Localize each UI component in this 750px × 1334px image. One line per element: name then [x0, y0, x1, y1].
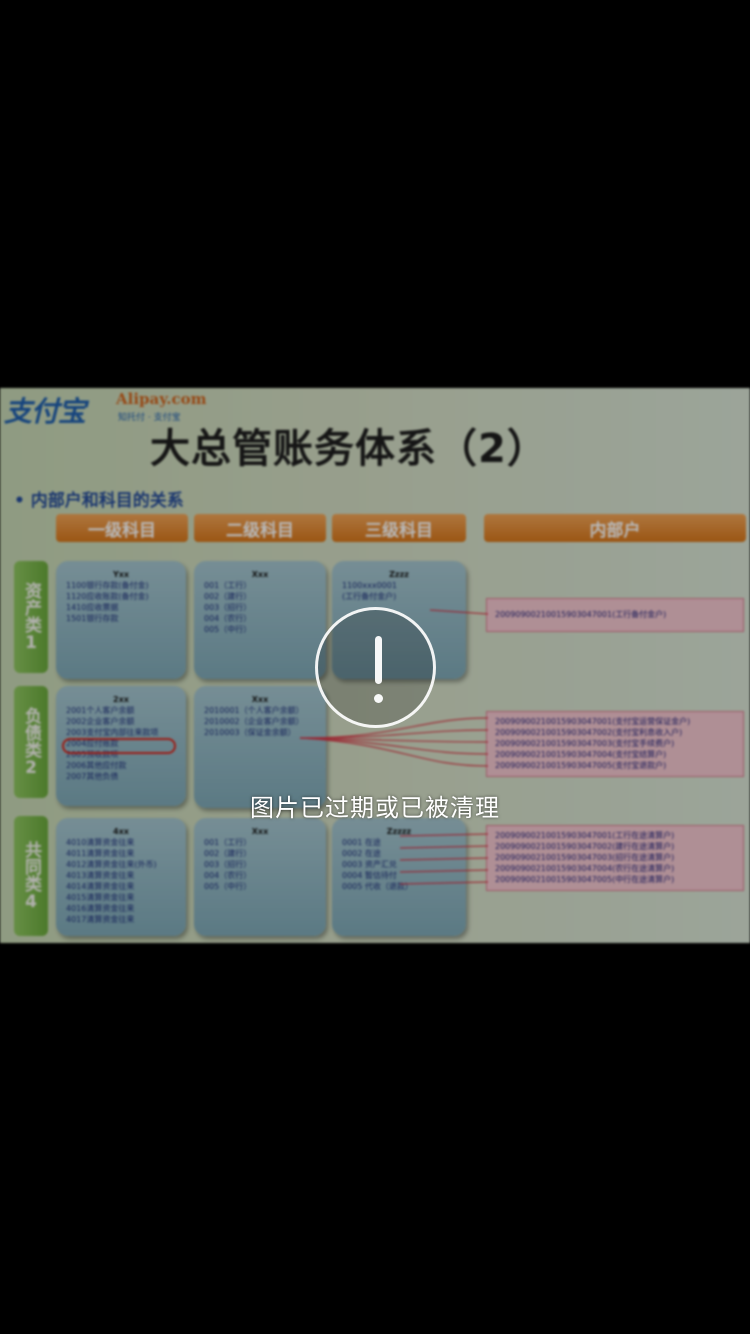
cell-line: 0005 代收（退款）	[342, 882, 413, 891]
cell-line: 4017清算资金往来	[66, 915, 135, 924]
account-line: 20090900210015903047002(支付宝利息收入户)	[495, 728, 683, 737]
account-line: 20090900210015903047005(支付宝退款户)	[495, 761, 667, 770]
cell-line: 2010002（企业客户余额）	[204, 717, 304, 726]
cell-line: 4013清算资金往来	[66, 871, 135, 880]
account-line: 20090900210015903047002(建行在途清算户)	[495, 842, 675, 851]
row-label-common: 共同类4	[14, 816, 48, 936]
cell-head: 4xx	[113, 827, 129, 836]
alipay-logo: 支付宝 Alipay.com 知托付 · 支付宝	[0, 388, 260, 428]
cell-r3-level1: 4xx 4010清算资金往来 4011清算资金往来 4012清算资金往来(外币)…	[56, 818, 186, 936]
cell-line: 2004应付账款	[66, 739, 119, 748]
connector-r2-e	[299, 737, 489, 767]
cell-line: 4015清算资金往来	[66, 893, 135, 902]
connector-r1	[429, 609, 489, 615]
logo-tagline: 知托付 · 支付宝	[118, 413, 181, 423]
cell-line: 2010001（个人客户余额）	[204, 706, 304, 715]
header-level2: 二级科目	[194, 514, 326, 542]
accounts-r1: 20090900210015903047001(工行备付金户)	[486, 598, 744, 632]
exclamation-bar	[375, 636, 382, 684]
account-line: 20090900210015903047001(支付宝运营保证金户)	[495, 717, 691, 726]
cell-line: 0002 在途	[342, 849, 381, 858]
cell-line: 004（农行）	[204, 871, 252, 880]
highlight-ring	[62, 738, 176, 754]
cell-r3-level2: Xxx 001（工行） 002（建行） 003（招行） 004（农行） 005（…	[194, 818, 326, 936]
exclamation-dot	[374, 694, 383, 703]
slide-bullet: 内部户和科目的关系	[14, 486, 184, 511]
cell-line: 003（招行）	[204, 603, 252, 612]
cell-head: Zzzz	[389, 570, 409, 579]
row-label-liabilities: 负债类2	[14, 686, 48, 798]
cell-line: 005（中行）	[204, 882, 252, 891]
cell-head: Xxx	[251, 695, 269, 704]
cell-line: 4014清算资金往来	[66, 882, 135, 891]
logo-brand: 支付宝	[4, 395, 86, 428]
header-internal-account: 内部户	[484, 514, 746, 542]
account-line: 20090900210015903047004(农行在途清算户)	[495, 864, 675, 873]
cell-line: 002（建行）	[204, 592, 252, 601]
cell-line: 4011清算资金往来	[66, 849, 135, 858]
connector-r3-d	[399, 869, 489, 873]
cell-line: 2005预收款项	[66, 750, 119, 759]
cell-line: 001（工行）	[204, 581, 252, 590]
accounts-r3: 20090900210015903047001(工行在途清算户) 2009090…	[486, 825, 744, 891]
cell-line: 003（招行）	[204, 860, 252, 869]
cell-line: 4010清算资金往来	[66, 838, 135, 847]
header-level1: 一级科目	[56, 514, 188, 542]
account-line: 20090900210015903047004(支付宝结算户)	[495, 750, 667, 759]
cell-r3-level3: Zzzzz 0001 在途 0002 在途 0003 资产汇兑 0004 暂估待…	[332, 818, 466, 936]
cell-head: 2xx	[113, 695, 129, 704]
cell-head: Yxx	[112, 570, 130, 579]
logo-site: Alipay.com	[116, 390, 207, 408]
account-line: 20090900210015903047005(中行在途清算户)	[495, 875, 675, 884]
cell-line: (工行备付金户)	[342, 592, 397, 601]
slide-title: 大总管账务体系（2）	[150, 426, 548, 472]
connector-r2-d	[299, 737, 489, 755]
cell-r1-level2: Xxx 001（工行） 002（建行） 003（招行） 004（农行） 005（…	[194, 561, 326, 679]
cell-line: 1120应收账款(备付金)	[66, 592, 149, 601]
cell-head: Xxx	[251, 570, 269, 579]
cell-line: 1501银行存款	[66, 614, 119, 623]
cell-line: 4012清算资金往来(外币)	[66, 860, 157, 869]
cell-line: 1100银行存款(备付金)	[66, 581, 149, 590]
cell-line: 2006其他应付款	[66, 761, 127, 770]
connector-r3-e	[399, 881, 489, 885]
account-line: 20090900210015903047003(招行在途清算户)	[495, 853, 675, 862]
cell-line: 2003支付宝内部往来款项	[66, 728, 159, 737]
cell-line: 4016清算资金往来	[66, 904, 135, 913]
cell-line: 1100xxx0001	[342, 581, 397, 590]
accounts-r2: 20090900210015903047001(支付宝运营保证金户) 20090…	[486, 711, 744, 777]
account-line: 20090900210015903047003(支付宝手续费户)	[495, 739, 675, 748]
connector-r3-c	[399, 857, 489, 861]
account-line: 20090900210015903047001(工行在途清算户)	[495, 831, 675, 840]
cell-line: 2002企业客户余额	[66, 717, 135, 726]
cell-line: 2001个人客户余额	[66, 706, 135, 715]
account-line: 20090900210015903047001(工行备付金户)	[495, 610, 667, 619]
cell-line: 0001 在途	[342, 838, 381, 847]
cell-line: 2010003（保证金余额）	[204, 728, 296, 737]
cell-line: 0003 资产汇兑	[342, 860, 397, 869]
expired-message: 图片已过期或已被清理	[250, 794, 500, 822]
image-viewer[interactable]: 支付宝 Alipay.com 知托付 · 支付宝 大总管账务体系（2） 内部户和…	[0, 0, 750, 1334]
exclamation-circle-icon	[315, 607, 436, 728]
cell-line: 2007其他负债	[66, 772, 119, 781]
cell-line: 001（工行）	[204, 838, 252, 847]
connector-r3-a	[399, 833, 489, 837]
cell-head: Xxx	[251, 827, 269, 836]
connector-r2-b	[299, 729, 489, 739]
connector-r2-c	[299, 737, 489, 743]
cell-line: 004（农行）	[204, 614, 252, 623]
cell-line: 005（中行）	[204, 625, 252, 634]
cell-line: 0004 暂估待付	[342, 871, 397, 880]
cell-line: 1410应收票据	[66, 603, 119, 612]
header-level3: 三级科目	[332, 514, 466, 542]
connector-r3-b	[399, 845, 489, 849]
cell-head: Zzzzz	[386, 827, 412, 836]
cell-r1-level1: Yxx 1100银行存款(备付金) 1120应收账款(备付金) 1410应收票据…	[56, 561, 186, 679]
cell-line: 002（建行）	[204, 849, 252, 858]
row-label-assets: 资产类1	[14, 561, 48, 673]
